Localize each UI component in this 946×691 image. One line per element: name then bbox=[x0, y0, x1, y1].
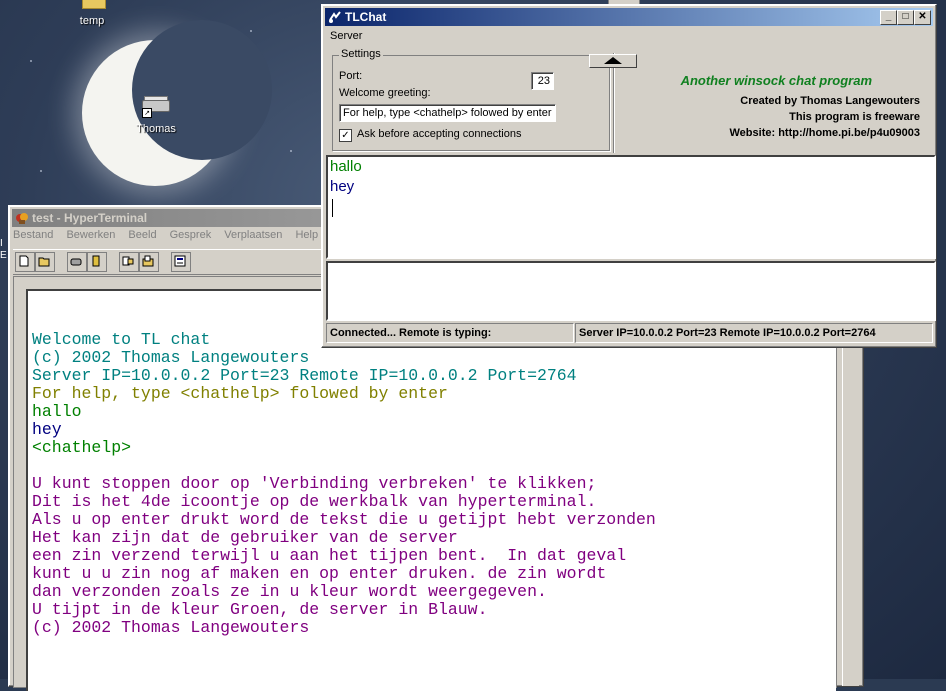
tlchat-titlebar[interactable]: TLChat _ □ ✕ bbox=[325, 8, 933, 26]
new-icon[interactable] bbox=[15, 252, 35, 272]
close-button[interactable]: ✕ bbox=[914, 10, 931, 25]
up-arrow-icon bbox=[604, 57, 622, 64]
terminal-line: <chathelp> bbox=[32, 438, 132, 457]
menu-gesprek[interactable]: Gesprek bbox=[170, 229, 212, 241]
terminal-output: Welcome to TL chat (c) 2002 Thomas Langew… bbox=[32, 331, 656, 637]
greeting-label: Welcome greeting: bbox=[339, 87, 431, 99]
terminal-line: (c) 2002 Thomas Langewouters bbox=[32, 618, 310, 637]
settings-legend: Settings bbox=[339, 48, 383, 60]
about-license: This program is freeware bbox=[789, 111, 920, 123]
ask-label[interactable]: Ask before accepting connections bbox=[357, 128, 522, 140]
tlchat-app-icon[interactable] bbox=[328, 10, 342, 24]
terminal-line: dan verzonden zoals ze in u kleur wordt … bbox=[32, 582, 547, 601]
tlchat-menubar: Server bbox=[330, 30, 372, 48]
terminal-line: Dit is het 4de icoontje op de werkbalk v… bbox=[32, 492, 597, 511]
tlchat-statusbar: Connected... Remote is typing: Server IP… bbox=[326, 323, 933, 343]
menu-help[interactable]: Help bbox=[295, 229, 318, 241]
window-title: TLChat bbox=[345, 10, 387, 24]
port-label: Port: bbox=[339, 70, 363, 82]
terminal-line: U tijpt in de kleur Groen, de server in … bbox=[32, 600, 488, 619]
connection-details: Server IP=10.0.0.2 Port=23 Remote IP=10.… bbox=[575, 323, 933, 343]
shortcut-arrow-icon: ↗ bbox=[142, 108, 152, 118]
properties-icon[interactable] bbox=[171, 252, 191, 272]
terminal-line: Server IP=10.0.0.2 Port=23 Remote IP=10.… bbox=[32, 366, 577, 385]
menu-server[interactable]: Server bbox=[330, 30, 362, 42]
menu-verplaatsen[interactable]: Verplaatsen bbox=[224, 229, 282, 241]
receive-icon[interactable] bbox=[139, 252, 159, 272]
chat-message: hey bbox=[330, 178, 355, 195]
connection-status: Connected... Remote is typing: bbox=[326, 323, 574, 343]
terminal-line: hallo bbox=[32, 402, 82, 421]
disconnect-icon[interactable] bbox=[87, 252, 107, 272]
menu-bewerken[interactable]: Bewerken bbox=[66, 229, 115, 241]
maximize-button[interactable]: □ bbox=[897, 10, 914, 25]
star bbox=[40, 170, 42, 172]
menu-bestand[interactable]: Bestand bbox=[13, 229, 53, 241]
port-field[interactable]: 23 bbox=[531, 72, 554, 90]
terminal-line: kunt u u zin nog af maken en op enter dr… bbox=[32, 564, 607, 583]
desktop-edge-text: E bbox=[0, 250, 7, 261]
settings-group: Settings Port: 23 Welcome greeting: For … bbox=[332, 48, 610, 151]
connect-icon[interactable] bbox=[67, 252, 87, 272]
terminal-line: Als u op enter drukt word de tekst die u… bbox=[32, 510, 656, 529]
chat-input[interactable] bbox=[326, 261, 936, 321]
ask-checkbox[interactable]: ✓ bbox=[339, 129, 352, 142]
about-tagline: Another winsock chat program bbox=[680, 73, 872, 88]
star bbox=[290, 150, 292, 152]
menu-beeld[interactable]: Beeld bbox=[128, 229, 156, 241]
terminal-line: (c) 2002 Thomas Langewouters bbox=[32, 348, 310, 367]
terminal-line: Het kan zijn dat de gebruiker van de ser… bbox=[32, 528, 458, 547]
terminal-line: U kunt stoppen door op 'Verbinding verbr… bbox=[32, 474, 597, 493]
chat-log[interactable]: hallo hey bbox=[326, 155, 936, 259]
folder-icon[interactable] bbox=[82, 0, 106, 9]
terminal-line: hey bbox=[32, 420, 62, 439]
star bbox=[30, 60, 32, 62]
desktop-icon-label-thomas[interactable]: Thomas bbox=[130, 123, 182, 135]
desktop-edge-text: I bbox=[0, 238, 3, 249]
window-title: test - HyperTerminal bbox=[32, 211, 148, 225]
greeting-field[interactable]: For help, type <chathelp> folowed by ent… bbox=[339, 104, 556, 122]
terminal-line: For help, type <chathelp> folowed by ent… bbox=[32, 384, 448, 403]
open-icon[interactable] bbox=[35, 252, 55, 272]
tlchat-window: TLChat _ □ ✕ Server Settings Port: 23 We… bbox=[321, 4, 937, 348]
star bbox=[250, 30, 252, 32]
hyperterminal-app-icon[interactable] bbox=[15, 211, 29, 225]
panel-splitter[interactable] bbox=[613, 53, 615, 153]
moon-shadow bbox=[132, 20, 272, 160]
desktop-icon-label-temp[interactable]: temp bbox=[72, 15, 112, 27]
send-icon[interactable] bbox=[119, 252, 139, 272]
minimize-button[interactable]: _ bbox=[880, 10, 897, 25]
terminal-line: een zin verzend terwijl u aan het tijpen… bbox=[32, 546, 627, 565]
hyperterminal-menubar: Bestand Bewerken Beeld Gesprek Verplaats… bbox=[13, 229, 328, 247]
terminal-screen[interactable]: Welcome to TL chat (c) 2002 Thomas Langew… bbox=[26, 289, 836, 691]
text-caret bbox=[332, 199, 333, 217]
chat-message: hallo bbox=[330, 158, 362, 175]
about-author: Created by Thomas Langewouters bbox=[740, 95, 920, 107]
collapse-settings-button[interactable] bbox=[589, 54, 637, 68]
about-website[interactable]: Website: http://home.pi.be/p4u09003 bbox=[730, 127, 921, 139]
